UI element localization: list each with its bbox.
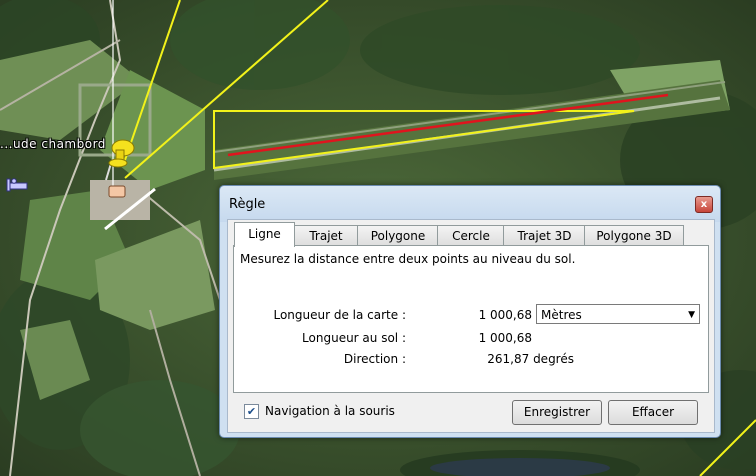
ruler-dialog: Règle x Ligne Trajet Polygone Cercle Tra… (219, 185, 721, 438)
tab-ligne[interactable]: Ligne (234, 222, 295, 247)
dialog-title: Règle (229, 197, 266, 212)
ground-length-label: Longueur au sol : (302, 331, 406, 345)
dialog-client: Ligne Trajet Polygone Cercle Trajet 3D P… (227, 219, 715, 433)
tab-trajet[interactable]: Trajet (293, 225, 359, 246)
mouse-navigation-label: Navigation à la souris (265, 404, 395, 418)
tab-polygone[interactable]: Polygone (357, 225, 439, 246)
ground-length-value: 1 000,68 (478, 331, 532, 345)
save-button[interactable]: Enregistrer (512, 400, 602, 425)
tab-cercle[interactable]: Cercle (437, 225, 505, 246)
tab-polygone-3d[interactable]: Polygone 3D (584, 225, 684, 246)
tab-panel-ligne: Mesurez la distance entre deux points au… (233, 245, 709, 393)
dialog-title-bar[interactable]: Règle x (220, 186, 720, 222)
placemark-label[interactable]: ...ude chambord (0, 137, 106, 151)
description-text: Mesurez la distance entre deux points au… (240, 252, 576, 266)
direction-label: Direction : (343, 352, 406, 366)
pushpin-icon[interactable] (98, 138, 138, 198)
mouse-navigation-checkbox[interactable]: ✔ (244, 404, 259, 419)
hotel-bed-icon[interactable] (5, 175, 29, 195)
map-length-label: Longueur de la carte : (273, 308, 406, 322)
unit-select-value: Mètres (541, 308, 582, 322)
direction-value: 261,87 degrés (487, 352, 574, 366)
clear-button[interactable]: Effacer (608, 400, 698, 425)
tab-trajet-3d[interactable]: Trajet 3D (503, 225, 586, 246)
unit-select[interactable]: Mètres ▼ (536, 304, 700, 324)
close-button[interactable]: x (695, 196, 713, 213)
dropdown-arrow-icon[interactable]: ▼ (688, 305, 695, 325)
map-length-value: 1 000,68 (478, 308, 532, 322)
